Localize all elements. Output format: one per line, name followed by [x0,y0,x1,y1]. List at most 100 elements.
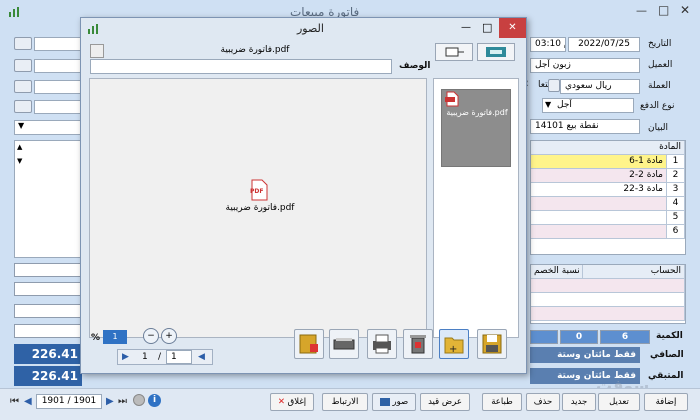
folder-import-icon [299,334,318,354]
statement-field[interactable]: نقطة بيع 14101 [530,119,640,134]
time-field[interactable]: 03:10 م [530,37,566,52]
next-page-icon[interactable]: ◀ [198,352,205,362]
zoom-in-icon: + [165,331,173,341]
items-header: المادة [531,141,685,155]
scroll-up-icon[interactable]: ▲ [17,143,22,151]
currency-field[interactable]: ريال سعودي [560,79,640,94]
table-row[interactable]: 22-مادة 3 [531,183,667,197]
zoom-field[interactable]: 1 [103,330,127,344]
items-header-label: المادة [659,142,681,152]
close-button[interactable]: ✕ إغلاق [270,393,314,411]
folder-add-icon: + [444,337,464,355]
scan-settings-button[interactable] [435,43,473,61]
pager-current: 1901 [41,396,65,406]
net-amount: 226.41 [14,344,82,364]
row-number: 1 [667,155,685,169]
edit-button[interactable]: تعديل [598,393,640,411]
chevron-down-icon[interactable]: ▼ [545,100,551,109]
select-checkbox[interactable] [90,44,104,58]
page-separator: / [158,352,162,362]
dialog-app-icon [87,23,99,35]
table-row[interactable]: 6-مادة 1 [531,155,667,169]
close-button-label: إغلاق [287,397,307,407]
scanner-button[interactable] [329,329,359,359]
pager-field[interactable]: 1901 / 1901 [36,394,102,409]
pager-total: 1901 [73,396,97,406]
info-icon[interactable]: i [148,394,161,407]
preview-file-name: فاتورة ضريبية.pdf [225,203,295,213]
first-record-icon[interactable]: ⏮ [10,396,19,407]
payment-field[interactable]: آجل [542,98,634,113]
search-icon[interactable] [14,100,32,113]
import-icon [486,47,506,57]
row-number: 4 [667,197,685,211]
prev-record-icon[interactable]: ◀ [24,396,32,407]
dialog-minimize-icon[interactable]: — [461,22,471,33]
zoom-out-button[interactable]: − [143,328,159,344]
search-icon[interactable] [14,37,32,50]
statement-wide-field[interactable]: ▼ [14,120,84,135]
thumbnails-panel: فاتورة ضريبية.pdf [433,78,519,338]
save-image-button[interactable] [477,329,507,359]
delete-button[interactable]: حذف [526,393,560,411]
close-button-icon: ✕ [277,397,285,407]
minimize-icon[interactable]: — [636,4,647,17]
dialog-close-button[interactable]: ✕ [499,18,526,38]
table-row[interactable]: 2-مادة 2 [531,169,667,183]
thumbnail-pdf-icon [445,91,459,107]
images-button[interactable]: صور [372,393,416,411]
trash-icon [410,335,426,354]
quantity-value-2: 0 [560,330,598,344]
file-name-text: فاتورة ضريبية.pdf [220,45,290,55]
settings-icon [445,47,464,57]
import-file-button[interactable] [294,329,324,359]
close-icon[interactable]: ✕ [680,3,690,17]
table-row[interactable] [531,211,667,225]
thumbnail-item[interactable]: فاتورة ضريبية.pdf [441,89,511,167]
page-total-field[interactable]: 1 [166,350,192,364]
add-image-button[interactable]: + [439,329,469,359]
search-icon[interactable] [548,79,560,92]
table-row[interactable] [531,293,685,307]
print-image-button[interactable] [367,329,397,359]
print-button[interactable]: طباعة [482,393,522,411]
description-field[interactable] [90,59,392,74]
dialog-maximize-icon[interactable]: □ [482,21,492,34]
date-field[interactable]: 2022/07/25 [568,37,640,52]
client-field[interactable]: زبون آجل [530,58,640,73]
link-button[interactable]: الارتباط [322,393,368,411]
date-label: التاريخ [648,39,672,49]
scroll-down-icon[interactable]: ▼ [17,157,22,165]
stop-icon[interactable] [133,394,145,406]
new-button[interactable]: جديد [562,393,596,411]
table-row[interactable] [531,225,667,239]
search-icon[interactable] [14,59,32,72]
quantity-extra [530,330,558,344]
view-entry-button[interactable]: عرض قيد [420,393,470,411]
delete-image-button[interactable] [403,329,433,359]
row-number: 5 [667,211,685,225]
zoom-in-button[interactable]: + [161,328,177,344]
left-field-3 [34,80,84,94]
net-label: الصافي [650,350,684,360]
zoom-out-icon: − [147,331,155,341]
import-toolbar-button[interactable] [477,43,515,61]
row-number: 6 [667,225,685,239]
remaining-label: المتبقي [648,371,684,381]
items-grid: المادة 6-مادة 1 1 2-مادة 2 2 22-مادة 3 3… [530,140,686,255]
payment-label: نوع الدفع [640,101,675,111]
dialog-title-bar: الصور — □ ✕ [81,18,526,40]
discount-header: نسبة الخصم [531,265,583,279]
table-row[interactable] [531,279,685,293]
add-button[interactable]: إضافة [644,393,688,411]
last-record-icon[interactable]: ⏭ [118,396,127,407]
table-row[interactable] [531,307,685,321]
maximize-icon[interactable]: □ [658,3,669,17]
left-value-1: 196.88 [14,263,82,277]
dialog-title: الصور [297,22,324,35]
next-record-icon[interactable]: ▶ [106,396,114,407]
prev-page-icon[interactable]: ▶ [122,352,129,362]
scanner-icon [333,338,355,350]
search-icon[interactable] [14,80,32,93]
table-row[interactable] [531,197,667,211]
